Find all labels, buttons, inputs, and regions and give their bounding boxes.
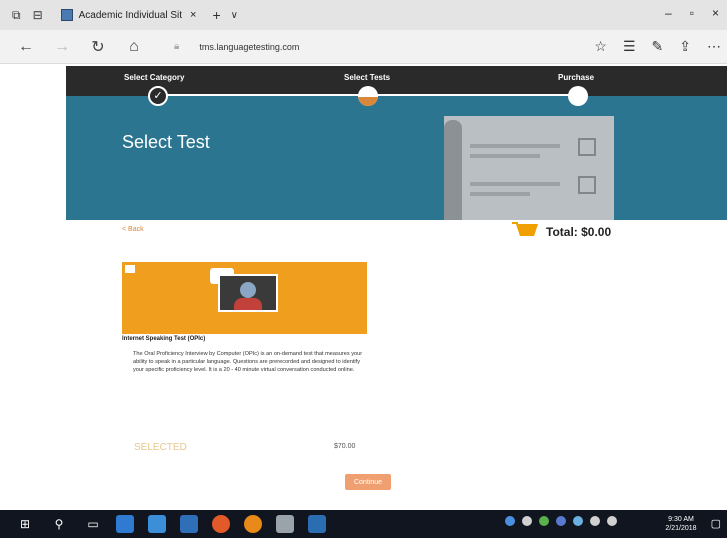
lock-icon: 🔒︎ <box>174 41 180 52</box>
test-card-title[interactable]: Internet Speaking Test (OPIc) <box>122 336 205 342</box>
test-card-select-toggle[interactable]: SELECTED <box>134 442 187 453</box>
tray-icon-2[interactable] <box>522 516 532 526</box>
tab-preview-chevron-icon[interactable]: ∨ <box>231 10 238 21</box>
back-link[interactable]: < Back <box>122 226 144 233</box>
chrome-icon[interactable] <box>212 515 230 533</box>
back-arrow-icon[interactable]: ← <box>16 38 36 56</box>
pen-notes-icon[interactable]: ✎ <box>652 38 664 55</box>
word-icon[interactable] <box>308 515 326 533</box>
tray-icon-5[interactable] <box>573 516 583 526</box>
browser-tab[interactable]: Academic Individual Sit × <box>55 4 203 26</box>
file-explorer-icon[interactable] <box>148 515 166 533</box>
url-text: tms.languagetesting.com <box>199 41 300 52</box>
browser-tab-bar: ⧉ ⊟ Academic Individual Sit × + ∨ – ▫ × <box>0 0 727 30</box>
network-icon[interactable] <box>590 516 600 526</box>
card-corner-badge <box>125 265 135 273</box>
test-card-description: The Oral Proficiency Interview by Comput… <box>133 351 363 373</box>
step-completed-check-icon: ✓ <box>148 86 168 106</box>
clock-time: 9:30 AM <box>668 516 694 523</box>
step-current-indicator <box>358 86 378 106</box>
tab-close-icon[interactable]: × <box>190 9 196 21</box>
tray-icon-3[interactable] <box>539 516 549 526</box>
close-window-button[interactable]: × <box>712 6 719 20</box>
minimize-button[interactable]: – <box>665 6 672 20</box>
pen-illustration <box>444 120 462 220</box>
start-windows-icon[interactable]: ⊞ <box>16 515 34 533</box>
notifications-icon[interactable]: ▢ <box>711 517 721 530</box>
clock-date: 2/21/2018 <box>665 525 697 532</box>
checklist-illustration <box>444 116 614 220</box>
shopping-cart-icon <box>512 222 542 242</box>
more-menu-icon[interactable]: ⋯ <box>707 38 721 55</box>
windows-taskbar: ⊞ ⚲ ▭ 9:30 AM 2/21/2018 ▢ <box>0 510 727 538</box>
maximize-button[interactable]: ▫ <box>690 6 694 20</box>
system-tray <box>505 516 617 526</box>
site-favicon-icon <box>60 9 73 21</box>
step-label-select-category: Select Category <box>124 73 185 82</box>
volume-icon[interactable] <box>607 516 617 526</box>
page-title: Select Test <box>122 132 210 152</box>
favorite-star-icon[interactable]: ☆ <box>594 38 607 55</box>
home-icon[interactable]: ⌂ <box>124 38 144 56</box>
taskbar-clock[interactable]: 9:30 AM 2/21/2018 <box>661 515 701 533</box>
step-label-select-tests: Select Tests <box>344 73 391 82</box>
tray-icon-4[interactable] <box>556 516 566 526</box>
refresh-icon[interactable]: ↻ <box>88 37 108 57</box>
hero-banner: Select Test <box>66 96 727 220</box>
new-tab-button[interactable]: + <box>212 7 220 23</box>
address-field[interactable]: 🔒︎ tms.languagetesting.com <box>174 41 299 52</box>
step-label-purchase: Purchase <box>558 73 595 82</box>
cart-total: Total: $0.00 <box>546 225 612 239</box>
paint-icon[interactable] <box>276 515 294 533</box>
step-pending-indicator <box>568 86 588 106</box>
firefox-icon[interactable] <box>244 515 262 533</box>
tab-actions-icon[interactable]: ⧉ <box>12 8 21 23</box>
favorites-list-icon[interactable]: ☰ <box>623 38 636 55</box>
address-bar-row: ← → ↻ ⌂ 🔒︎ tms.languagetesting.com ☆ ☰ ✎… <box>0 30 727 64</box>
set-aside-tabs-icon[interactable]: ⊟ <box>33 8 43 22</box>
video-screen-icon <box>218 274 278 312</box>
store-icon[interactable] <box>180 515 198 533</box>
tray-icon-1[interactable] <box>505 516 515 526</box>
tab-title: Academic Individual Sit <box>78 9 183 21</box>
search-icon[interactable]: ⚲ <box>50 515 68 533</box>
forward-arrow-icon[interactable]: → <box>52 38 72 56</box>
test-card-price: $70.00 <box>334 443 356 450</box>
task-view-icon[interactable]: ▭ <box>84 515 102 533</box>
share-icon[interactable]: ⇪ <box>679 38 691 55</box>
edge-browser-icon[interactable] <box>116 515 134 533</box>
continue-button[interactable]: Continue <box>345 474 391 490</box>
